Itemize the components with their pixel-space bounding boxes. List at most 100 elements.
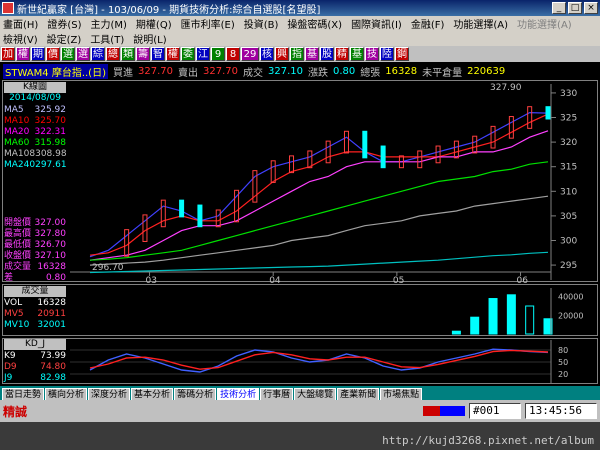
menu-item[interactable]: 金融(F) <box>411 16 445 31</box>
kd-title[interactable]: KD_J <box>4 339 66 350</box>
legend-row: VOL 16328 <box>4 298 66 309</box>
legend-value: 325.70 <box>34 116 67 126</box>
menu-item[interactable]: 證券(S) <box>47 16 81 31</box>
menu-item[interactable]: 投資(B) <box>244 16 279 31</box>
symbol-code: STWAM4 <box>5 67 49 79</box>
minimize-button[interactable]: _ <box>552 2 566 14</box>
toolbar-button[interactable]: 加 <box>1 47 15 61</box>
toolbar-button[interactable]: 陸 <box>380 47 394 61</box>
symbol[interactable]: STWAM4 摩台指..(日) <box>3 63 108 79</box>
toolbar-button[interactable]: 興 <box>275 47 289 61</box>
close-button[interactable]: × <box>584 2 598 14</box>
menu-item[interactable]: 主力(M) <box>90 16 126 31</box>
toolbar-button[interactable]: 基 <box>350 47 364 61</box>
toolbar-button[interactable]: 委 <box>181 47 195 61</box>
menu-item[interactable]: 功能選擇(A) <box>517 16 572 31</box>
tab-7[interactable]: 大盤總覽 <box>294 388 337 400</box>
change-value: 0.80 <box>333 65 356 77</box>
toolbar-button[interactable]: 江 <box>196 47 210 61</box>
status-bar: 精誠 #001 13:45:56 <box>0 400 600 422</box>
volume-panel <box>2 284 598 336</box>
tab-4[interactable]: 籌碼分析 <box>174 388 217 400</box>
toolbar-button[interactable]: 指 <box>290 47 304 61</box>
volume-title[interactable]: 成交量 <box>4 286 66 297</box>
toolbar-button[interactable]: 選 <box>61 47 75 61</box>
tab-0[interactable]: 當日走勢 <box>2 388 45 400</box>
toolbar-button[interactable]: 選 <box>76 47 90 61</box>
legend-value: 73.99 <box>40 351 66 361</box>
toolbar-button[interactable]: 技 <box>365 47 379 61</box>
chart-type-label[interactable]: K線圖 <box>4 82 66 93</box>
ask-label: 賣出 <box>178 67 198 79</box>
toolbar-button[interactable]: 總 <box>106 47 120 61</box>
legend-label: 最高價 <box>4 229 32 239</box>
toolbar-button[interactable]: 期 <box>31 47 45 61</box>
menu-item[interactable]: 期權(Q) <box>136 16 172 31</box>
legend-row: MA10 325.70 <box>4 116 66 127</box>
legend-value: 327.10 <box>34 251 67 261</box>
legend-value: 327.00 <box>34 218 67 228</box>
legend-value: 20911 <box>37 309 66 319</box>
legend-label: MA240 <box>4 160 36 170</box>
menu-item[interactable]: 功能選擇(A) <box>453 16 508 31</box>
tab-1[interactable]: 橫向分析 <box>45 388 88 400</box>
toolbar-button[interactable]: 精 <box>335 47 349 61</box>
oi-label: 未平倉量 <box>422 67 463 79</box>
menu-item[interactable]: 說明(L) <box>133 31 166 46</box>
tab-3[interactable]: 基本分析 <box>131 388 174 400</box>
toolbar-button[interactable]: 智 <box>151 47 165 61</box>
legend-value: 325.92 <box>34 105 67 115</box>
legend-row: 最低價 326.70 <box>4 240 66 251</box>
toolbar-button[interactable]: 股 <box>320 47 334 61</box>
kd-panel <box>2 338 598 384</box>
toolbar-button[interactable]: 權 <box>166 47 180 61</box>
legend-label: J9 <box>4 373 13 383</box>
legend-value: 297.61 <box>35 160 67 170</box>
tab-5[interactable]: 技術分析 <box>217 388 260 400</box>
legend-row: MA60 315.98 <box>4 138 66 149</box>
legend-row: 成交量 16328 <box>4 262 66 273</box>
menu-item[interactable]: 操盤密碼(X) <box>287 16 342 31</box>
code-field[interactable]: #001 <box>469 403 521 419</box>
legend-label: MA60 <box>4 138 30 148</box>
legend-value: 16328 <box>37 298 66 308</box>
toolbar-button[interactable]: 類 <box>121 47 135 61</box>
tab-9[interactable]: 市場焦點 <box>380 388 423 400</box>
menu-item[interactable]: 匯市利率(E) <box>181 16 235 31</box>
toolbar-button[interactable]: 8 <box>226 47 240 61</box>
legend-label: MA108 <box>4 149 36 159</box>
toolbar-button[interactable]: 基 <box>305 47 319 61</box>
menu-item[interactable]: 設定(Z) <box>47 31 82 46</box>
legend-row: 最高價 327.80 <box>4 229 66 240</box>
menu-item[interactable]: 國際資訊(I) <box>351 16 402 31</box>
toolbar-button[interactable]: 29 <box>241 47 259 61</box>
toolbar-button[interactable]: 鋼 <box>395 47 409 61</box>
tab-2[interactable]: 深度分析 <box>88 388 131 400</box>
menu-item[interactable]: 檢視(V) <box>3 31 38 46</box>
toolbar-button[interactable]: 9 <box>211 47 225 61</box>
ohlc-legend: 開盤價 327.00 最高價 327.80 最低價 326.70 收盤價 327.10 成交量 1… <box>4 218 66 284</box>
legend-value: 82.98 <box>40 373 66 383</box>
maximize-button[interactable]: □ <box>568 2 582 14</box>
volume-label: 總張 <box>360 67 381 79</box>
quote-header: STWAM4 摩台指..(日) 買進 327.70 賣出 327.70 成交 3… <box>0 63 600 79</box>
legend-label: D9 <box>4 362 17 372</box>
legend-value: 32001 <box>37 320 66 330</box>
chart-date: 2014/08/09 <box>9 93 61 103</box>
toolbar-button[interactable]: 綜 <box>91 47 105 61</box>
legend-value: 74.80 <box>40 362 66 372</box>
menu-item[interactable]: 畫面(H) <box>3 16 38 31</box>
legend-label: MA5 <box>4 105 24 115</box>
menu-item[interactable]: 工具(T) <box>90 31 124 46</box>
last-value: 327.10 <box>268 65 303 77</box>
legend-label: MV10 <box>4 320 30 330</box>
legend-row: K9 73.99 <box>4 351 66 362</box>
toolbar-button[interactable]: 核 <box>260 47 274 61</box>
tab-8[interactable]: 產業新聞 <box>337 388 380 400</box>
tab-6[interactable]: 行事曆 <box>260 388 294 400</box>
toolbar-button[interactable]: 權 <box>16 47 30 61</box>
toolbar-button[interactable]: 籌 <box>136 47 150 61</box>
toolbar-button[interactable]: 價 <box>46 47 60 61</box>
ma-legend: MA5 325.92 MA10 325.70 MA20 322.31 MA60 315.98 M… <box>4 105 67 171</box>
clock-field: 13:45:56 <box>525 403 597 419</box>
